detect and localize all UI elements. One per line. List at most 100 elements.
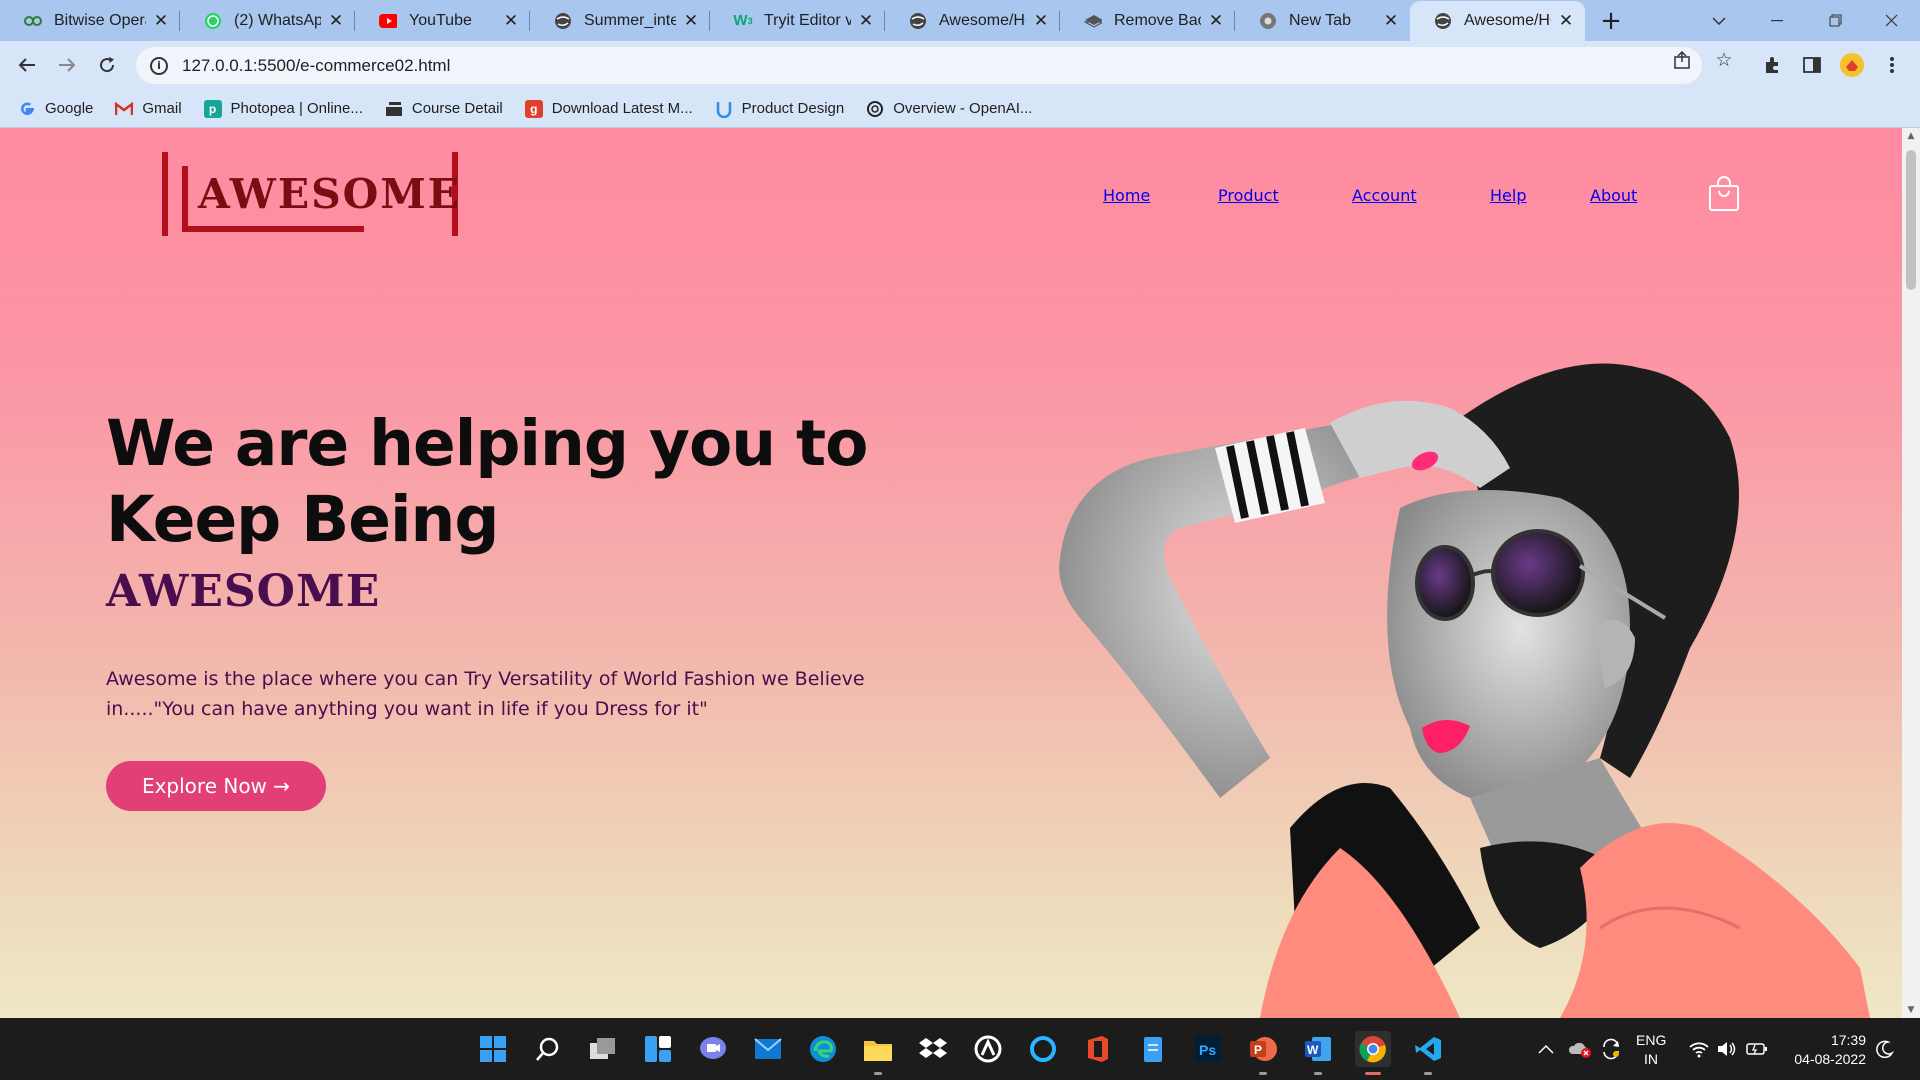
nav-home[interactable]: Home — [1103, 186, 1150, 205]
svg-text:W: W — [1307, 1043, 1319, 1057]
tab-tryit-editor[interactable]: W3 Tryit Editor v3. ✕ — [710, 0, 885, 41]
profile-avatar[interactable] — [1837, 50, 1867, 80]
powerpoint-icon[interactable]: P — [1245, 1031, 1281, 1075]
widgets-icon[interactable] — [640, 1031, 676, 1067]
volume-icon[interactable] — [1716, 1018, 1738, 1080]
close-tab-icon[interactable]: ✕ — [682, 11, 700, 30]
site-logo[interactable]: AWESOME — [160, 152, 460, 236]
teams-chat-icon[interactable] — [695, 1031, 731, 1067]
page-scrollbar[interactable]: ▲ ▼ — [1902, 128, 1920, 1018]
bookmark-star-icon[interactable]: ☆ — [1713, 49, 1735, 71]
windows-start-icon[interactable] — [475, 1031, 511, 1067]
close-window-icon[interactable] — [1862, 0, 1920, 41]
bookmark-photopea[interactable]: p Photopea | Online... — [203, 99, 363, 118]
hero-heading-line2: Keep Being — [106, 483, 499, 556]
battery-icon[interactable] — [1746, 1018, 1768, 1080]
nav-product[interactable]: Product — [1218, 186, 1279, 205]
reload-button[interactable] — [91, 49, 123, 81]
side-panel-icon[interactable] — [1797, 50, 1827, 80]
hero-description: Awesome is the place where you can Try V… — [106, 668, 865, 720]
region-code: IN — [1644, 1051, 1658, 1067]
focus-assist-icon[interactable] — [1876, 1018, 1894, 1080]
w3schools-favicon: W3 — [733, 12, 753, 29]
close-tab-icon[interactable]: ✕ — [152, 11, 170, 30]
bookmark-label: Download Latest M... — [551, 100, 693, 117]
globe-favicon — [1434, 12, 1452, 30]
system-clock[interactable]: 17:39 04-08-2022 — [1786, 1031, 1866, 1069]
share-icon[interactable] — [1671, 49, 1693, 71]
shopping-bag-icon[interactable] — [1708, 176, 1740, 212]
scroll-up-icon[interactable]: ▲ — [1902, 128, 1920, 144]
bookmark-download[interactable]: g Download Latest M... — [524, 99, 693, 118]
tab-title: Awesome/HO — [939, 11, 1026, 29]
back-button[interactable] — [11, 49, 43, 81]
close-tab-icon[interactable]: ✕ — [1557, 11, 1575, 30]
close-tab-icon[interactable]: ✕ — [1032, 11, 1050, 30]
forward-button[interactable] — [51, 49, 83, 81]
explore-now-button[interactable]: Explore Now → — [106, 761, 326, 811]
sync-icon[interactable] — [1600, 1018, 1622, 1080]
office-icon[interactable] — [1080, 1031, 1116, 1067]
scroll-down-icon[interactable]: ▼ — [1902, 1002, 1920, 1018]
browser-toolbar: i 127.0.0.1:5500/e-commerce02.html ☆ — [0, 41, 1920, 90]
word-icon[interactable]: W — [1300, 1031, 1336, 1075]
tab-new-tab[interactable]: New Tab ✕ — [1235, 0, 1410, 41]
extensions-icon[interactable] — [1757, 50, 1787, 80]
search-icon[interactable] — [530, 1031, 566, 1067]
bookmark-gmail[interactable]: Gmail — [115, 100, 182, 118]
close-tab-icon[interactable]: ✕ — [502, 11, 520, 30]
logo-text: AWESOME — [198, 170, 462, 218]
wifi-icon[interactable] — [1688, 1018, 1710, 1080]
bookmarks-bar: Google Gmail p Photopea | Online... Cour… — [0, 90, 1920, 128]
logo-left-bar — [162, 152, 168, 236]
close-tab-icon[interactable]: ✕ — [1382, 11, 1400, 30]
running-indicator — [1259, 1072, 1267, 1075]
onedrive-error-icon[interactable] — [1568, 1018, 1592, 1080]
minimize-icon[interactable] — [1748, 0, 1806, 41]
bookmark-openai[interactable]: Overview - OpenAI... — [866, 100, 1032, 118]
new-tab-button[interactable]: + — [1596, 6, 1626, 36]
nav-help[interactable]: Help — [1490, 186, 1526, 205]
chrome-icon[interactable] — [1355, 1031, 1391, 1075]
nav-account[interactable]: Account — [1352, 186, 1417, 205]
url-text[interactable]: 127.0.0.1:5500/e-commerce02.html — [182, 56, 450, 76]
running-indicator — [1365, 1072, 1381, 1075]
photoshop-icon[interactable]: Ps — [1190, 1031, 1226, 1067]
site-info-icon[interactable]: i — [150, 56, 168, 75]
menu-kebab-icon[interactable] — [1877, 50, 1907, 80]
bookmark-google[interactable]: Google — [18, 100, 93, 118]
tab-bitwise[interactable]: Bitwise Operat ✕ — [0, 0, 180, 41]
nav-about[interactable]: About — [1590, 186, 1637, 205]
tab-search-icon[interactable] — [1690, 0, 1748, 41]
tab-remove-bg[interactable]: Remove Backg ✕ — [1060, 0, 1235, 41]
mail-icon[interactable] — [750, 1031, 786, 1067]
bookmark-label: Product Design — [741, 100, 845, 117]
globe-favicon — [554, 12, 572, 30]
file-explorer-icon[interactable] — [860, 1031, 896, 1075]
tab-whatsapp[interactable]: (2) WhatsApp ✕ — [180, 0, 355, 41]
vscode-icon[interactable] — [1410, 1031, 1446, 1075]
tab-awesome-1[interactable]: Awesome/HO ✕ — [885, 0, 1060, 41]
gmail-icon — [115, 100, 134, 118]
address-bar[interactable]: i 127.0.0.1:5500/e-commerce02.html — [136, 47, 1702, 84]
restore-icon[interactable] — [1806, 0, 1864, 41]
close-tab-icon[interactable]: ✕ — [1207, 11, 1225, 30]
app-icon[interactable] — [970, 1031, 1006, 1067]
tab-summer-intern[interactable]: Summer_inter ✕ — [530, 0, 710, 41]
edge-icon[interactable] — [805, 1031, 841, 1067]
tab-awesome-active[interactable]: Awesome/HO ✕ — [1410, 1, 1585, 41]
close-tab-icon[interactable]: ✕ — [857, 11, 875, 30]
page-viewport: AWESOME Home Product Account Help About … — [0, 128, 1902, 1018]
language-indicator[interactable]: ENG IN — [1636, 1031, 1666, 1069]
close-tab-icon[interactable]: ✕ — [327, 11, 345, 30]
notepad-icon[interactable] — [1135, 1031, 1171, 1067]
dropbox-icon[interactable] — [915, 1031, 951, 1067]
bookmark-course-detail[interactable]: Course Detail — [385, 100, 503, 118]
show-hidden-icons[interactable] — [1538, 1018, 1554, 1080]
bookmark-product-design[interactable]: Product Design — [715, 100, 845, 118]
tab-youtube[interactable]: YouTube ✕ — [355, 0, 530, 41]
google-icon — [18, 100, 36, 118]
task-view-icon[interactable] — [585, 1031, 621, 1067]
cortana-icon[interactable] — [1025, 1031, 1061, 1067]
scrollbar-thumb[interactable] — [1906, 150, 1916, 290]
